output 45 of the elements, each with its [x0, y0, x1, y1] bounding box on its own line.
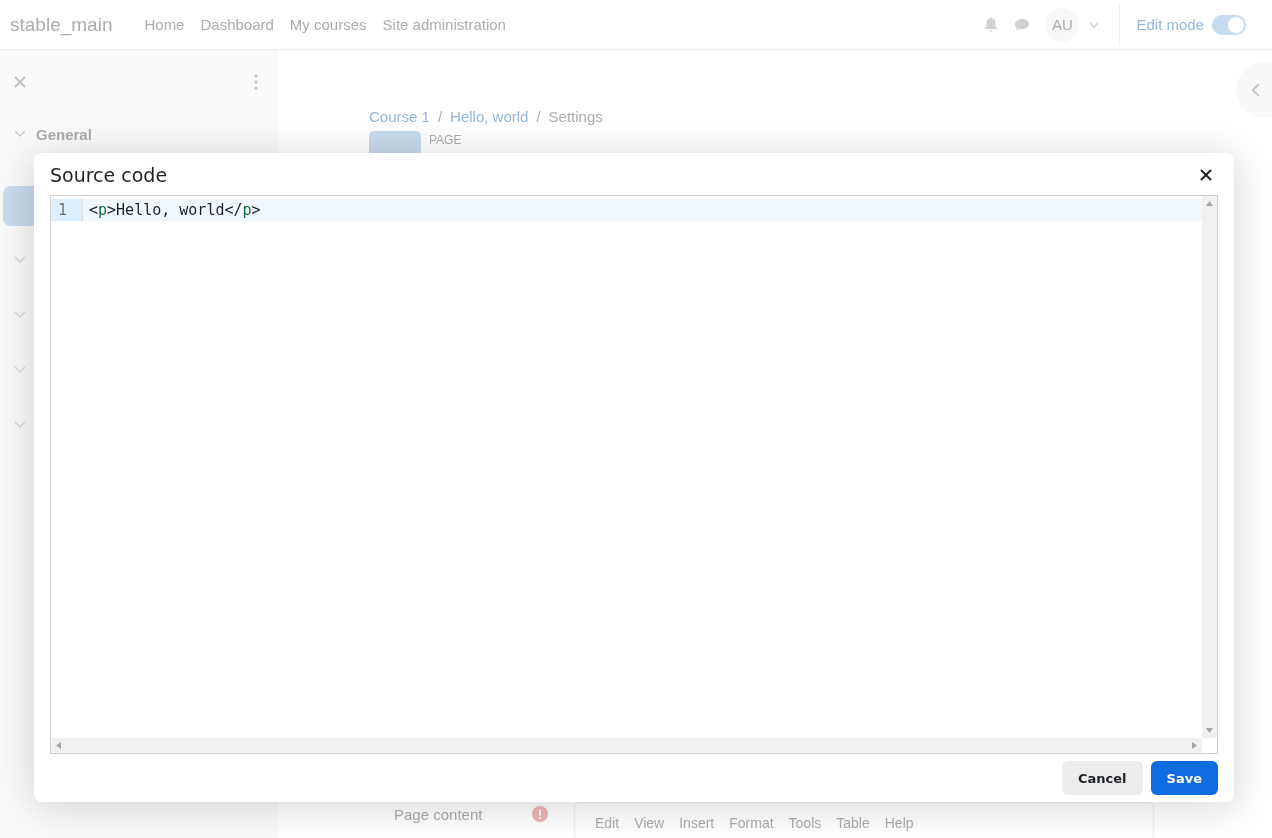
save-button[interactable]: Save — [1150, 761, 1218, 795]
chevron-left-icon[interactable] — [1252, 83, 1260, 97]
cancel-button[interactable]: Cancel — [1062, 761, 1143, 795]
close-icon[interactable] — [1200, 169, 1212, 181]
menu-item[interactable]: Tools — [788, 815, 822, 838]
user-avatar[interactable]: AU — [1045, 7, 1080, 42]
chat-icon[interactable] — [1013, 16, 1032, 33]
chevron-icon[interactable] — [14, 256, 26, 264]
menu-item[interactable]: Format — [729, 815, 774, 838]
chevron-icon[interactable] — [14, 130, 26, 138]
caret-icon[interactable] — [1089, 21, 1100, 28]
breadcrumb-current[interactable]: Settings — [548, 108, 603, 125]
nav-link[interactable]: Site administration — [382, 16, 506, 33]
more-icon[interactable] — [254, 74, 258, 90]
menu-item[interactable]: Insert — [679, 815, 715, 838]
menu-item[interactable]: Table — [836, 815, 870, 838]
scroll-right-icon[interactable] — [1192, 742, 1197, 749]
edit-mode-label: Edit mode — [1136, 16, 1204, 33]
menu-item[interactable]: Help — [884, 815, 914, 838]
edit-mode-toggle[interactable] — [1212, 14, 1246, 35]
nav-link[interactable]: Home — [144, 16, 185, 33]
horizontal-scrollbar[interactable] — [51, 738, 1202, 753]
chevron-icon[interactable] — [14, 421, 26, 429]
breadcrumb-link[interactable]: Hello, world — [450, 108, 529, 125]
field-label: Page content — [394, 806, 484, 823]
line-number: 1 — [51, 199, 83, 221]
vertical-scrollbar[interactable] — [1202, 196, 1217, 738]
scroll-left-icon[interactable] — [56, 742, 61, 749]
nav-link[interactable]: Dashboard — [200, 16, 274, 33]
site-name[interactable]: stable_main — [10, 13, 113, 36]
section-title[interactable]: General — [36, 125, 92, 143]
activity-type: PAGE — [429, 133, 462, 149]
scroll-down-icon[interactable] — [1206, 728, 1213, 733]
nav-link[interactable]: My courses — [289, 16, 367, 33]
bell-icon[interactable] — [983, 16, 1000, 33]
menu-item[interactable]: View — [634, 815, 665, 838]
dialog-title: Source code — [50, 164, 168, 186]
code-editor[interactable]: 1 <p>Hello, world</p> — [50, 195, 1218, 754]
chevron-icon[interactable] — [14, 366, 26, 374]
breadcrumb-separator: / — [437, 108, 443, 125]
breadcrumb-separator: / — [536, 108, 541, 125]
chevron-icon[interactable] — [14, 311, 26, 319]
menu-item[interactable]: Edit — [595, 815, 620, 838]
breadcrumb-link[interactable]: Course 1 — [369, 108, 430, 125]
scroll-up-icon[interactable] — [1206, 201, 1213, 206]
